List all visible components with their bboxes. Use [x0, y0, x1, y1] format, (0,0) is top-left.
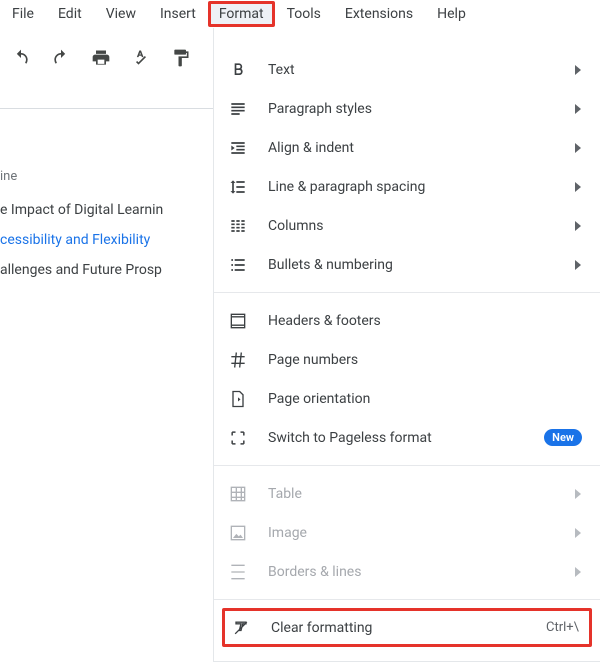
- menu-item-headers-footers[interactable]: Headers & footers: [214, 301, 600, 340]
- redo-icon[interactable]: [50, 47, 72, 69]
- submenu-arrow-icon: [574, 528, 582, 538]
- menu-item-page-orientation[interactable]: Page orientation: [214, 379, 600, 418]
- menu-item-paragraph-styles[interactable]: Paragraph styles: [214, 89, 600, 128]
- image-icon: [226, 521, 250, 545]
- menu-item-label: Image: [268, 525, 574, 541]
- line-spacing-icon: [226, 175, 250, 199]
- menu-file[interactable]: File: [0, 0, 46, 28]
- page-orientation-icon: [226, 387, 250, 411]
- print-icon[interactable]: [90, 47, 112, 69]
- menu-item-table: Table: [214, 474, 600, 513]
- menu-item-label: Borders & lines: [268, 564, 574, 580]
- menu-item-label: Columns: [268, 218, 574, 234]
- headers-footers-icon: [226, 309, 250, 333]
- menu-item-label: Paragraph styles: [268, 101, 574, 117]
- bold-icon: [226, 58, 250, 82]
- align-indent-icon: [226, 136, 250, 160]
- menu-separator: [214, 465, 600, 466]
- menu-separator: [214, 599, 600, 600]
- menu-item-label: Text: [268, 62, 574, 78]
- menu-item-align-indent[interactable]: Align & indent: [214, 128, 600, 167]
- pageless-icon: [226, 426, 250, 450]
- borders-lines-icon: [226, 560, 250, 584]
- menu-item-label: Page numbers: [268, 352, 582, 368]
- menu-item-label: Table: [268, 486, 574, 502]
- submenu-arrow-icon: [574, 260, 582, 270]
- undo-icon[interactable]: [10, 47, 32, 69]
- submenu-arrow-icon: [574, 221, 582, 231]
- clear-formatting-icon: [229, 616, 253, 640]
- menu-item-borders-lines: Borders & lines: [214, 552, 600, 591]
- table-icon: [226, 482, 250, 506]
- menu-insert[interactable]: Insert: [148, 0, 208, 28]
- menu-view[interactable]: View: [94, 0, 148, 28]
- menu-item-label: Page orientation: [268, 391, 582, 407]
- menu-item-label: Line & paragraph spacing: [268, 179, 574, 195]
- new-badge: New: [544, 429, 582, 446]
- submenu-arrow-icon: [574, 567, 582, 577]
- menu-item-label: Bullets & numbering: [268, 257, 574, 273]
- format-menu-dropdown: Text Paragraph styles Align & indent Lin…: [213, 28, 600, 662]
- menu-item-page-numbers[interactable]: Page numbers: [214, 340, 600, 379]
- menu-item-image: Image: [214, 513, 600, 552]
- menu-item-label: Clear formatting: [271, 620, 538, 636]
- menu-item-label: Headers & footers: [268, 313, 582, 329]
- menu-extensions[interactable]: Extensions: [333, 0, 425, 28]
- menu-separator: [214, 292, 600, 293]
- paragraph-styles-icon: [226, 97, 250, 121]
- columns-icon: [226, 214, 250, 238]
- menu-format[interactable]: Format: [208, 1, 275, 27]
- menu-item-text[interactable]: Text: [214, 50, 600, 89]
- menu-tools[interactable]: Tools: [275, 0, 333, 28]
- menu-item-switch-pageless[interactable]: Switch to Pageless format New: [214, 418, 600, 457]
- paint-format-icon[interactable]: [170, 47, 192, 69]
- menu-help[interactable]: Help: [425, 0, 478, 28]
- submenu-arrow-icon: [574, 65, 582, 75]
- submenu-arrow-icon: [574, 489, 582, 499]
- submenu-arrow-icon: [574, 104, 582, 114]
- spellcheck-icon[interactable]: [130, 47, 152, 69]
- menu-item-columns[interactable]: Columns: [214, 206, 600, 245]
- menu-item-label: Align & indent: [268, 140, 574, 156]
- shortcut-label: Ctrl+\: [546, 620, 579, 635]
- menu-bar: File Edit View Insert Format Tools Exten…: [0, 0, 600, 28]
- menu-item-bullets-numbering[interactable]: Bullets & numbering: [214, 245, 600, 284]
- menu-item-clear-formatting[interactable]: Clear formatting Ctrl+\: [222, 608, 592, 647]
- submenu-arrow-icon: [574, 143, 582, 153]
- menu-item-label: Switch to Pageless format: [268, 430, 536, 446]
- menu-item-line-spacing[interactable]: Line & paragraph spacing: [214, 167, 600, 206]
- submenu-arrow-icon: [574, 182, 582, 192]
- menu-edit[interactable]: Edit: [46, 0, 94, 28]
- page-numbers-icon: [226, 348, 250, 372]
- bullets-numbering-icon: [226, 253, 250, 277]
